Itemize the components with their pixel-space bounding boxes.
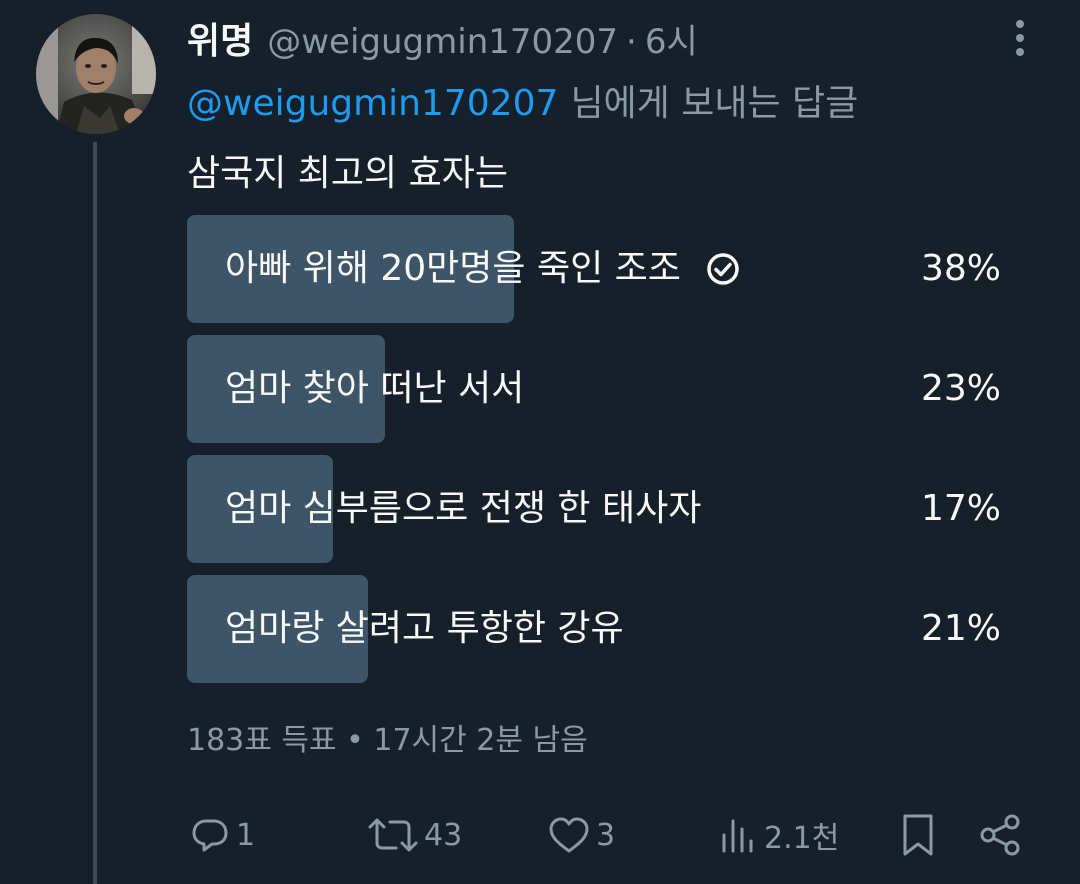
- tweet-text: 삼국지 최고의 효자는: [187, 153, 508, 194]
- tweet-timestamp[interactable]: 6시: [645, 14, 698, 63]
- retweet-button[interactable]: 43: [366, 810, 462, 860]
- share-icon: [980, 814, 1020, 856]
- user-handle[interactable]: @weigugmin170207: [267, 22, 618, 62]
- poll-option: 아빠 위해 20만명을 죽인 조조 38%: [187, 215, 1007, 323]
- poll: 아빠 위해 20만명을 죽인 조조 38% 엄마 찾아 떠난 서서 23% 엄마…: [187, 215, 1007, 695]
- display-name[interactable]: 위명: [187, 12, 253, 64]
- avatar-image: [36, 14, 156, 134]
- share-button[interactable]: [978, 810, 1024, 860]
- poll-option-percent: 21%: [920, 608, 1001, 649]
- poll-option-percent: 17%: [920, 488, 1001, 529]
- like-button[interactable]: 3: [546, 810, 615, 860]
- avatar[interactable]: [36, 14, 156, 134]
- poll-option-label: 아빠 위해 20만명을 죽인 조조: [225, 248, 681, 289]
- poll-option-label: 엄마 심부름으로 전쟁 한 태사자: [225, 488, 702, 529]
- reply-icon: [192, 819, 228, 852]
- reply-button[interactable]: 1: [188, 810, 255, 860]
- more-options-button[interactable]: [1000, 16, 1040, 60]
- retweet-count: 43: [424, 817, 463, 853]
- reply-count: 1: [236, 817, 256, 853]
- poll-option: 엄마랑 살려고 투항한 강유 21%: [187, 575, 1007, 683]
- like-count: 3: [596, 817, 616, 853]
- heart-icon: [549, 817, 589, 853]
- reply-to-handle-link[interactable]: @weigugmin170207: [187, 83, 558, 124]
- reply-to-suffix: 님에게 보내는 답글: [570, 83, 859, 124]
- poll-meta: 183표 득표 • 17시간 2분 남음: [187, 723, 588, 758]
- views-chart-icon: [722, 819, 753, 853]
- check-circle-icon: [707, 253, 739, 285]
- poll-option-percent: 38%: [920, 248, 1001, 289]
- poll-option-percent: 23%: [920, 368, 1001, 409]
- bookmark-icon: [903, 814, 933, 856]
- poll-option: 엄마 심부름으로 전쟁 한 태사자 17%: [187, 455, 1007, 563]
- tweet-actions-bar: 1 43 3 2.1천: [0, 810, 1080, 860]
- retweet-icon: [368, 818, 418, 852]
- poll-option-label: 엄마 찾아 떠난 서서: [225, 368, 525, 409]
- views-button[interactable]: 2.1천: [716, 810, 839, 860]
- bookmark-button[interactable]: [898, 810, 938, 860]
- separator-dot: ·: [626, 22, 637, 62]
- poll-option: 엄마 찾아 떠난 서서 23%: [187, 335, 1007, 443]
- poll-option-label: 엄마랑 살려고 투항한 강유: [225, 608, 624, 649]
- reply-context: @weigugmin170207 님에게 보내는 답글: [187, 74, 858, 126]
- more-vertical-icon: [1016, 20, 1024, 56]
- tweet-header: 위명 @weigugmin170207 · 6시: [187, 12, 698, 64]
- thread-connector-line: [93, 142, 97, 884]
- view-count: 2.1천: [764, 821, 840, 856]
